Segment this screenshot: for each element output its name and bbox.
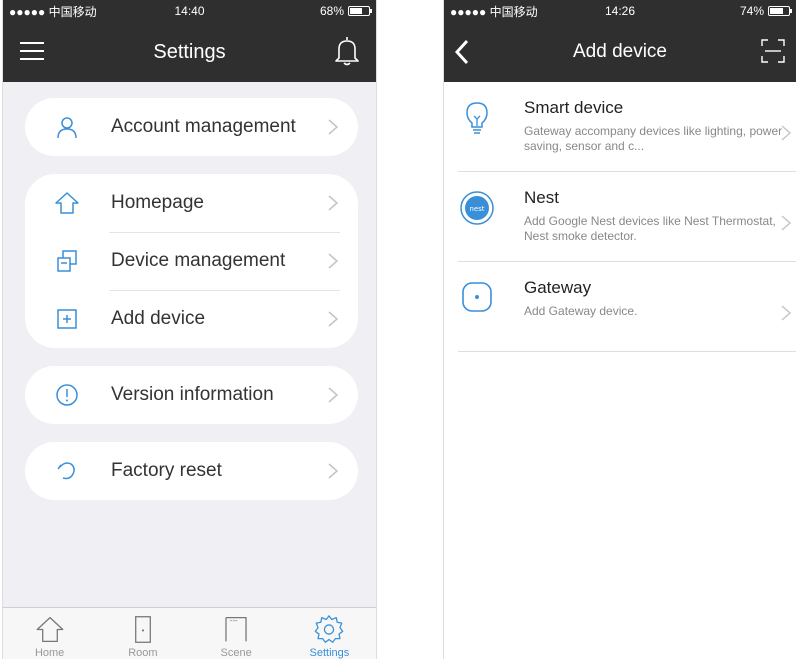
tab-label: Settings: [309, 647, 350, 659]
screenshot-stage: ●●●●● 中国移动 14:40 68% Settings Account ma…: [0, 0, 796, 659]
row-account-management[interactable]: Account management: [53, 98, 340, 156]
settings-screen: ●●●●● 中国移动 14:40 68% Settings Account ma…: [2, 0, 377, 659]
row-label: Version information: [111, 384, 274, 405]
device-description: Add Gateway device.: [524, 304, 638, 318]
chevron-right-icon: [328, 311, 339, 327]
settings-navbar: Settings: [3, 22, 376, 82]
status-bar: ●●●●● 中国移动 14:26 74%: [444, 0, 796, 22]
battery-fill: [770, 8, 784, 14]
tab-home[interactable]: Home: [3, 608, 96, 659]
row-factory-reset[interactable]: Factory reset: [53, 442, 340, 500]
settings-list: Account management Homepage Device manag…: [3, 82, 376, 500]
status-right: 74%: [739, 4, 792, 18]
row-label: Add device: [111, 308, 206, 329]
status-right: 68%: [319, 4, 372, 18]
list-item-gateway[interactable]: Gateway Add Gateway device.: [458, 262, 796, 352]
device-name: Smart device: [524, 98, 624, 117]
house-icon: [53, 189, 81, 217]
tab-room[interactable]: Room: [96, 608, 189, 659]
settings-group: Account management: [25, 98, 358, 156]
scan-icon[interactable]: [760, 38, 786, 64]
list-item-smart-device[interactable]: Smart device Gateway accompany devices l…: [458, 82, 796, 172]
plus-box-icon: [53, 305, 81, 333]
device-type-list: Smart device Gateway accompany devices l…: [444, 82, 796, 352]
chevron-right-icon: [328, 119, 339, 135]
row-label: Device management: [111, 250, 286, 271]
back-icon[interactable]: [452, 38, 472, 66]
house-icon: [36, 617, 64, 642]
row-version-information[interactable]: Version information: [53, 366, 340, 424]
settings-group: Factory reset: [25, 442, 358, 500]
device-description: Gateway accompany devices like lighting,…: [524, 124, 783, 153]
chevron-right-icon: [781, 125, 792, 141]
chevron-right-icon: [328, 387, 339, 403]
chevron-right-icon: [328, 463, 339, 479]
tab-scene[interactable]: ″″″ Scene: [190, 608, 283, 659]
tab-label: Room: [128, 647, 158, 659]
device-description: Add Google Nest devices like Nest Thermo…: [524, 214, 776, 243]
chevron-right-icon: [328, 195, 339, 211]
tab-label: Scene: [220, 647, 252, 659]
settings-group: Homepage Device management Add device: [25, 174, 358, 348]
row-add-device[interactable]: Add device: [53, 290, 340, 348]
tab-bar: Home Room ″″″ Scene Settings: [3, 607, 376, 659]
page-title: Add device: [572, 41, 667, 62]
gear-icon: [315, 615, 344, 643]
status-time: 14:26: [604, 4, 636, 18]
svg-text:″″″: ″″″: [230, 618, 238, 627]
list-item-text: Nest Add Google Nest devices like Nest T…: [524, 188, 786, 245]
page-title: Settings: [153, 40, 226, 63]
bulb-icon: [458, 98, 496, 136]
add-device-navbar: Add device: [444, 22, 796, 82]
list-item-text: Gateway Add Gateway device.: [524, 278, 786, 335]
battery-percent: 74%: [739, 4, 764, 18]
row-device-management[interactable]: Device management: [53, 232, 340, 290]
nest-icon: nest: [458, 188, 496, 226]
chevron-right-icon: [781, 305, 792, 321]
battery-icon: [348, 6, 372, 16]
status-bar: ●●●●● 中国移动 14:40 68%: [3, 0, 376, 22]
chevron-right-icon: [328, 253, 339, 269]
reset-icon: [53, 457, 81, 485]
tab-settings[interactable]: Settings: [283, 608, 376, 659]
gateway-icon: [458, 278, 496, 316]
device-name: Gateway: [524, 278, 592, 297]
battery-percent: 68%: [319, 4, 344, 18]
door-icon: [134, 616, 151, 643]
info-icon: [53, 381, 81, 409]
carrier-label: ●●●●● 中国移动: [9, 4, 97, 19]
battery-fill: [350, 8, 363, 14]
carrier-label: ●●●●● 中国移动: [450, 4, 538, 19]
add-device-screen: ●●●●● 中国移动 14:26 74% Add device Smart de…: [443, 0, 796, 659]
tab-label: Home: [34, 647, 65, 659]
row-label: Account management: [111, 116, 296, 137]
menu-icon[interactable]: [17, 36, 47, 66]
devices-icon: [53, 247, 81, 275]
device-name: Nest: [524, 188, 559, 207]
row-label: Homepage: [111, 192, 204, 213]
settings-group: Version information: [25, 366, 358, 424]
status-time: 14:40: [174, 4, 205, 18]
person-icon: [53, 113, 81, 141]
bell-icon[interactable]: [332, 34, 362, 68]
svg-text:nest: nest: [469, 205, 484, 213]
scene-icon: ″″″: [225, 617, 247, 642]
chevron-right-icon: [781, 215, 792, 231]
list-item-text: Smart device Gateway accompany devices l…: [524, 98, 786, 155]
battery-icon: [768, 6, 792, 16]
row-homepage[interactable]: Homepage: [53, 174, 340, 232]
row-label: Factory reset: [111, 460, 222, 481]
list-item-nest[interactable]: nest Nest Add Google Nest devices like N…: [458, 172, 796, 262]
